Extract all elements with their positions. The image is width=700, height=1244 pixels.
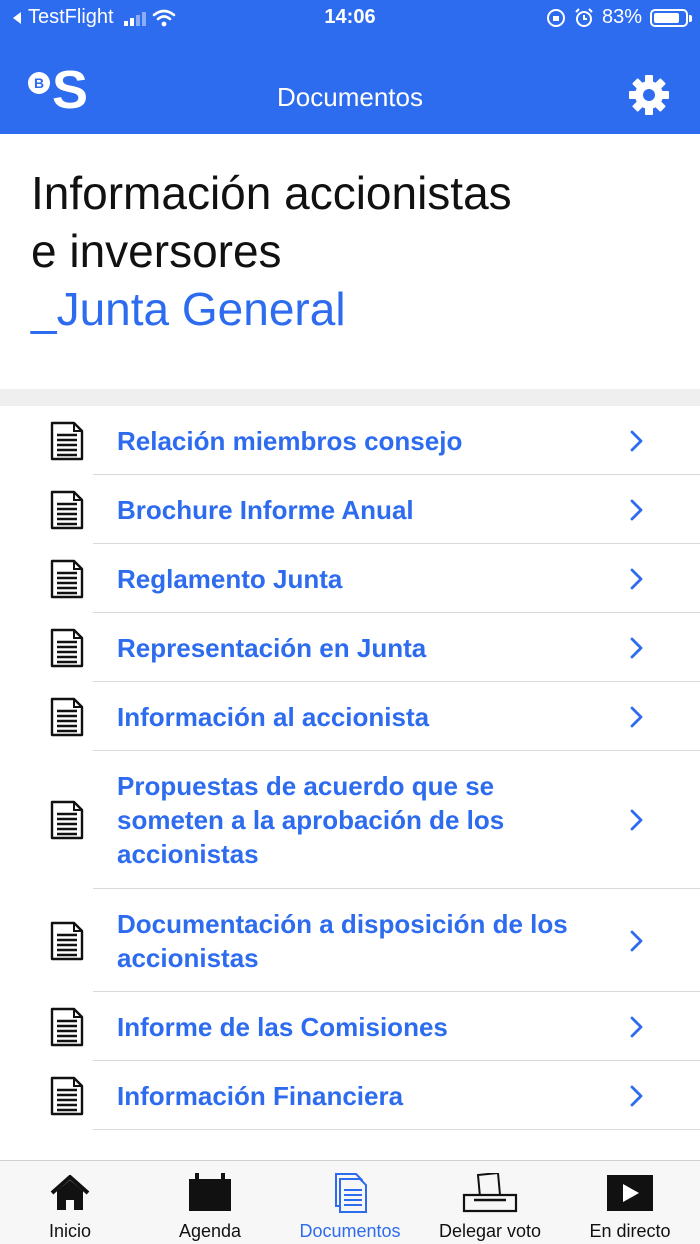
section-separator <box>0 389 700 406</box>
tab-label: Documentos <box>299 1221 401 1241</box>
chevron-right-icon <box>630 1085 644 1107</box>
document-row[interactable]: Documentación a disposición de los accio… <box>0 889 700 992</box>
chevron-right-icon <box>630 809 644 831</box>
chevron-right-icon <box>630 499 644 521</box>
documents-list: Relación miembros consejo Brochure Inform… <box>0 406 700 1130</box>
status-bar: TestFlight 14:06 83% <box>0 0 700 38</box>
document-label: Reglamento Junta <box>117 563 343 594</box>
page-subtitle: _Junta General <box>31 283 346 335</box>
ballot-icon <box>460 1171 520 1213</box>
document-label: Propuestas de acuerdo que se someten a l… <box>117 771 505 869</box>
document-icon <box>50 921 84 961</box>
document-icon <box>50 490 84 530</box>
chevron-right-icon <box>630 706 644 728</box>
tab-en-directo[interactable]: En directo <box>560 1161 700 1244</box>
document-icon <box>50 1076 84 1116</box>
document-row[interactable]: Información al accionista <box>0 682 700 751</box>
document-icon <box>50 628 84 668</box>
tab-label: Delegar voto <box>438 1221 542 1241</box>
document-row[interactable]: Reglamento Junta <box>0 544 700 613</box>
navigation-bar: B S Documentos <box>0 60 700 134</box>
tab-label: Inicio <box>48 1221 92 1241</box>
battery-percent: 83% <box>601 6 642 28</box>
document-row[interactable]: Información Financiera <box>0 1061 700 1130</box>
page-header: Información accionistas e inversores _Ju… <box>0 134 700 389</box>
chevron-right-icon <box>630 568 644 590</box>
document-icon <box>50 559 84 599</box>
document-label: Relación miembros consejo <box>117 425 463 456</box>
tab-inicio[interactable]: Inicio <box>0 1161 140 1244</box>
status-right: 83% <box>546 6 692 29</box>
row-divider <box>93 1129 700 1130</box>
document-icon <box>50 800 84 840</box>
document-icon <box>50 421 84 461</box>
orientation-lock-icon <box>546 8 565 27</box>
document-row[interactable]: Brochure Informe Anual <box>0 475 700 544</box>
chevron-right-icon <box>630 930 644 952</box>
home-icon <box>46 1173 94 1213</box>
gear-icon[interactable] <box>628 74 670 116</box>
document-row[interactable]: Propuestas de acuerdo que se someten a l… <box>0 751 700 889</box>
chevron-right-icon <box>630 637 644 659</box>
alarm-icon <box>575 7 593 27</box>
tab-agenda[interactable]: Agenda <box>140 1161 280 1244</box>
document-label: Informe de las Comisiones <box>117 1011 448 1042</box>
document-icon <box>50 697 84 737</box>
tab-label: Agenda <box>178 1221 242 1241</box>
battery-icon <box>650 8 692 27</box>
document-row[interactable]: Relación miembros consejo <box>0 406 700 475</box>
document-label: Documentación a disposición de los accio… <box>117 908 568 973</box>
chevron-right-icon <box>630 1016 644 1038</box>
documents-icon <box>326 1173 374 1213</box>
document-row[interactable]: Representación en Junta <box>0 613 700 682</box>
top-bar: TestFlight 14:06 83% B S Documentos <box>0 0 700 134</box>
document-label: Representación en Junta <box>117 632 427 663</box>
tab-label: En directo <box>589 1221 671 1241</box>
tab-bar: Inicio Agenda Documentos Delegar voto En dir… <box>0 1160 700 1244</box>
document-label: Información al accionista <box>117 701 430 732</box>
nav-title: Documentos <box>277 82 423 112</box>
document-label: Información Financiera <box>117 1080 404 1111</box>
page-title: Información accionistas e inversores <box>31 167 512 277</box>
document-label: Brochure Informe Anual <box>117 494 414 525</box>
document-row[interactable]: Informe de las Comisiones <box>0 992 700 1061</box>
calendar-icon <box>186 1173 234 1213</box>
tab-documentos[interactable]: Documentos <box>280 1161 420 1244</box>
chevron-right-icon <box>630 430 644 452</box>
document-icon <box>50 1007 84 1047</box>
play-icon <box>606 1173 654 1213</box>
tab-delegar-voto[interactable]: Delegar voto <box>420 1161 560 1244</box>
